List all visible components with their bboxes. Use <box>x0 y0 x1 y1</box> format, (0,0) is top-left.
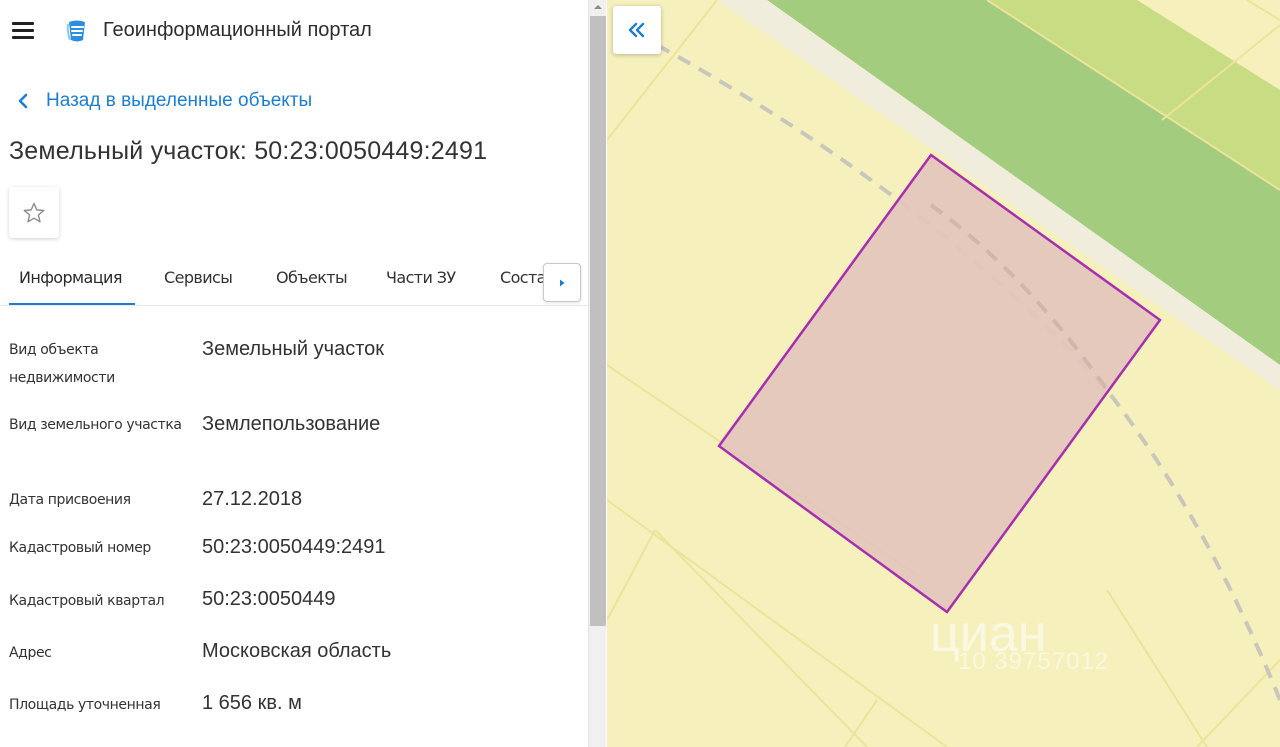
tab-information[interactable]: Информация <box>19 268 122 287</box>
tab-bar: Информация Сервисы Объекты Части ЗУ Сост… <box>0 256 588 306</box>
property-label: Адрес <box>9 645 52 661</box>
property-value: Земельный участок <box>202 338 385 360</box>
tab-objects[interactable]: Объекты <box>276 268 348 287</box>
chevron-left-icon <box>18 93 28 109</box>
portal-logo-icon <box>66 20 85 42</box>
double-chevron-left-icon <box>628 22 645 38</box>
info-panel: Геоинформационный портал Назад в выделен… <box>0 0 588 747</box>
page-title: Земельный участок: 50:23:0050449:2491 <box>9 137 488 165</box>
back-link-label: Назад в выделенные объекты <box>46 90 313 111</box>
property-label: Кадастровый номер <box>9 540 151 556</box>
scrollbar-thumb[interactable] <box>590 16 606 626</box>
star-outline-icon <box>23 202 45 222</box>
property-value: Землепользование <box>202 413 381 435</box>
active-tab-indicator <box>9 303 135 305</box>
property-label: Площадь уточненная <box>9 697 161 713</box>
property-value: Московская область <box>202 640 392 662</box>
property-label: Вид земельного участка <box>9 417 182 433</box>
top-bar: Геоинформационный портал <box>0 0 588 62</box>
tabs-scroll-right-button[interactable] <box>543 263 581 302</box>
property-label: Кадастровый квартал <box>9 593 165 609</box>
property-label: Дата присвоения <box>9 492 131 508</box>
scroll-up-arrow-icon[interactable] <box>592 2 604 12</box>
collapse-panel-button[interactable] <box>613 6 661 54</box>
property-value: 50:23:0050449:2491 <box>202 536 386 558</box>
back-to-selection-link[interactable]: Назад в выделенные объекты <box>14 88 312 114</box>
tab-services[interactable]: Сервисы <box>164 268 233 287</box>
app-title: Геоинформационный портал <box>103 19 372 41</box>
property-label: Вид объекта недвижимости <box>9 342 115 386</box>
property-value: 50:23:0050449 <box>202 588 336 610</box>
panel-scrollbar[interactable] <box>588 0 606 747</box>
property-value: 27.12.2018 <box>202 488 303 510</box>
watermark-id: 10 39757012 <box>958 648 1110 675</box>
tab-parcel-parts[interactable]: Части ЗУ <box>386 268 456 287</box>
hamburger-menu-icon[interactable] <box>12 22 36 40</box>
caret-right-icon <box>560 279 565 286</box>
favorite-button[interactable] <box>9 187 59 238</box>
property-value: 1 656 кв. м <box>202 692 302 714</box>
